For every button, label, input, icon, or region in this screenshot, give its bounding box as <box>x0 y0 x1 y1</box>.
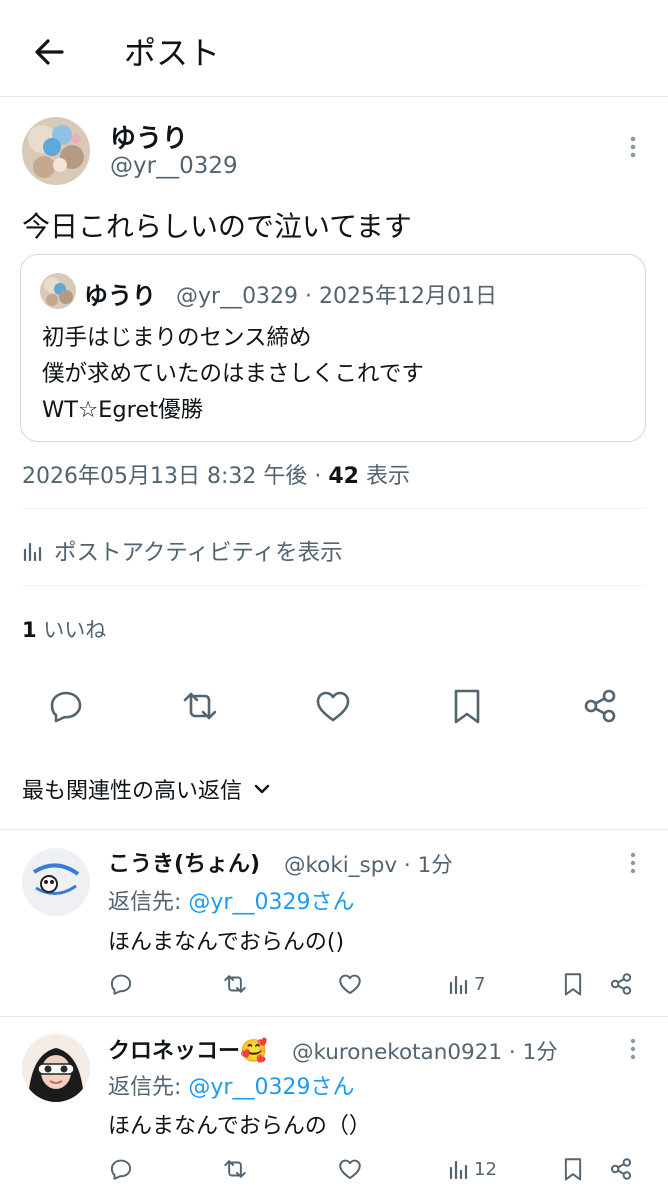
quote-line: 僕が求めていたのはまさしくこれです <box>42 361 424 387</box>
reply-author-name[interactable]: こうき(ちょん) <box>108 846 260 878</box>
more-vertical-icon <box>630 136 636 158</box>
arrow-left-icon <box>35 39 64 65</box>
like-icon <box>316 691 350 722</box>
page-title: ポスト <box>124 34 221 72</box>
repost-button[interactable] <box>222 1154 248 1184</box>
share-icon <box>610 1158 632 1180</box>
repost-icon <box>224 1160 246 1178</box>
like-button[interactable] <box>337 969 363 999</box>
reply-more-button[interactable] <box>618 848 648 878</box>
reply-sort-label: 最も関連性の高い返信 <box>22 779 243 804</box>
post-meta: 2026年05月13日 8:32 午後 · 42 表示 <box>22 458 410 490</box>
quote-line: 初手はじまりのセンス締め <box>42 325 312 351</box>
reply-meta: @kuronekotan0921 · 1分 <box>292 1040 558 1065</box>
reply-to-link[interactable]: @yr__0329さん <box>188 1075 354 1100</box>
share-button[interactable] <box>608 1154 634 1184</box>
reply-icon <box>110 1159 132 1180</box>
share-button[interactable] <box>580 686 620 726</box>
avatar[interactable] <box>22 117 90 185</box>
like-button[interactable] <box>337 1154 363 1184</box>
reply-sort-dropdown[interactable]: 最も関連性の高い返信 <box>22 773 272 805</box>
author-name[interactable]: ゆうり <box>110 118 188 155</box>
reply-text: ほんまなんでおらんの() <box>108 930 345 955</box>
bookmark-icon <box>454 689 480 724</box>
reply-icon <box>50 691 82 723</box>
bookmark-icon <box>564 973 582 996</box>
views-count: 7 <box>474 973 486 995</box>
repost-button[interactable] <box>180 686 220 726</box>
chevron-down-icon <box>254 784 270 794</box>
header-divider <box>0 96 668 97</box>
post-activity-label: ポストアクティビティを表示 <box>54 540 343 566</box>
likes-summary[interactable]: 1 いいね <box>22 614 106 644</box>
post-text: 今日これらしいので泣いてます <box>22 210 412 243</box>
bookmark-button[interactable] <box>447 686 487 726</box>
likes-count: 1 <box>22 618 37 642</box>
like-button[interactable] <box>313 686 353 726</box>
reply-button[interactable] <box>46 686 86 726</box>
more-vertical-icon <box>630 852 636 874</box>
reply-button[interactable] <box>108 1154 134 1184</box>
more-vertical-icon <box>630 1038 636 1060</box>
reply-avatar[interactable] <box>22 848 90 916</box>
reply-to: 返信先: @yr__0329さん <box>108 1069 354 1101</box>
reply-meta: @koki_spv · 1分 <box>284 853 453 878</box>
bookmark-button[interactable] <box>560 1154 586 1184</box>
reply-text: ほんまなんでおらんの（） <box>108 1114 371 1139</box>
share-icon <box>610 973 632 995</box>
views-button[interactable]: 7 <box>448 969 485 999</box>
like-icon <box>339 1159 361 1180</box>
quote-meta: @yr__0329 · 2025年12月01日 <box>176 284 498 309</box>
divider <box>0 1016 668 1017</box>
reply-icon <box>110 974 132 995</box>
post-timestamp: 2026年05月13日 8:32 午後 · <box>22 464 329 489</box>
divider <box>0 829 668 830</box>
quote-line: WT☆Egret優勝 <box>42 397 204 423</box>
views-count: 42 <box>328 464 359 489</box>
share-icon <box>584 689 616 723</box>
bookmark-button[interactable] <box>560 969 586 999</box>
post-activity-link[interactable]: ポストアクティビティを表示 <box>22 535 343 567</box>
reply-to: 返信先: @yr__0329さん <box>108 884 354 916</box>
reply-button[interactable] <box>108 969 134 999</box>
repost-icon <box>224 975 246 993</box>
quote-avatar <box>40 273 76 309</box>
back-button[interactable] <box>30 32 70 72</box>
bar-chart-icon <box>449 1160 468 1180</box>
views-count: 12 <box>474 1158 497 1180</box>
divider <box>22 585 646 586</box>
divider <box>22 508 646 509</box>
reply-author-name[interactable]: クロネッコー🥰 <box>108 1033 267 1065</box>
repost-button[interactable] <box>222 969 248 999</box>
bar-chart-icon <box>23 542 42 562</box>
reply-more-button[interactable] <box>618 1034 648 1064</box>
views-label: 表示 <box>358 464 410 489</box>
reply-to-prefix: 返信先: <box>108 1075 189 1100</box>
like-icon <box>339 974 361 995</box>
likes-label: いいね <box>36 618 107 642</box>
repost-icon <box>183 692 217 720</box>
reply-avatar[interactable] <box>22 1034 90 1102</box>
more-options-button[interactable] <box>618 132 648 162</box>
bookmark-icon <box>564 1158 582 1181</box>
reply-to-link[interactable]: @yr__0329さん <box>188 890 354 915</box>
reply-to-prefix: 返信先: <box>108 890 189 915</box>
views-button[interactable]: 12 <box>448 1154 497 1184</box>
share-button[interactable] <box>608 969 634 999</box>
quote-author-name: ゆうり <box>84 282 156 310</box>
author-handle[interactable]: @yr__0329 <box>110 153 238 179</box>
bar-chart-icon <box>449 975 468 995</box>
